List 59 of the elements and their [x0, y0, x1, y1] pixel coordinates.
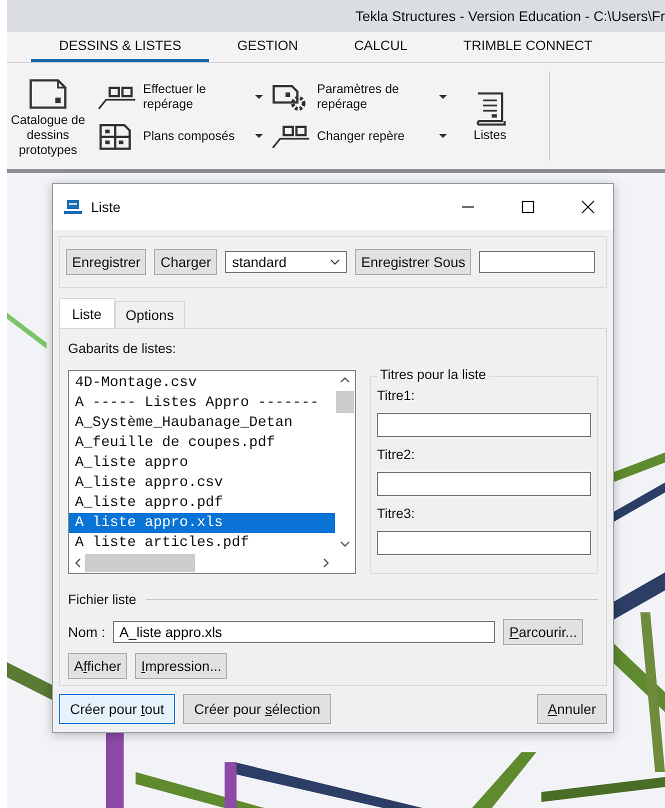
dialog-title: Liste: [91, 199, 121, 215]
ribbon-button[interactable]: Plans composés: [97, 122, 263, 150]
cancel-button[interactable]: Annuler: [536, 694, 607, 724]
ribbon-tab[interactable]: GESTION: [209, 38, 326, 62]
field-label: Titre3:: [377, 506, 416, 521]
templates-label: Gabarits de listes:: [68, 341, 178, 356]
title-field[interactable]: [377, 531, 591, 555]
load-button[interactable]: Charger: [154, 249, 218, 275]
list-item[interactable]: A_feuille de coupes.pdf: [69, 433, 335, 453]
list-item[interactable]: A_liste appro: [69, 453, 335, 473]
list-icon: [63, 199, 83, 215]
tab[interactable]: Liste: [59, 298, 115, 328]
browse-button[interactable]: Parcourir...: [503, 619, 584, 645]
list-item[interactable]: A_liste appro.pdf: [69, 493, 335, 513]
tab[interactable]: Options: [114, 301, 185, 328]
close-icon[interactable]: [581, 200, 595, 214]
field-label: Titre2:: [377, 447, 416, 462]
ribbon-button[interactable]: Catalogue de dessins prototypes: [7, 74, 89, 158]
create-button[interactable]: Créer pour tout: [59, 694, 176, 724]
title-field[interactable]: [377, 472, 591, 496]
list-item[interactable]: A ----- Listes Appro -------: [69, 393, 335, 413]
group-title: Titres pour la liste: [377, 367, 490, 382]
name-label: Nom :: [68, 624, 106, 640]
print-button[interactable]: Impression...: [135, 653, 228, 679]
app-title: Tekla Structures - Version Education - C:\Users\Fr: [355, 8, 665, 24]
chevron-left-icon[interactable]: [75, 558, 81, 568]
maximize-icon[interactable]: [521, 200, 535, 214]
list-item[interactable]: A_liste appro.csv: [69, 473, 335, 493]
chevron-right-icon[interactable]: [323, 558, 329, 568]
save-as-button[interactable]: Enregistrer Sous: [355, 249, 472, 275]
name-field[interactable]: A_liste appro.xls: [113, 621, 496, 643]
ribbon-button[interactable]: Effectuer le repérage: [97, 82, 263, 112]
dropdown-caret-icon[interactable]: [439, 134, 447, 138]
list-item[interactable]: A_Système_Haubanage_Detan: [69, 413, 335, 433]
scrollbar-thumb[interactable]: [85, 554, 195, 572]
chevron-down-icon[interactable]: [340, 541, 350, 547]
field-label: Titre1:: [377, 388, 416, 403]
ribbon-tab[interactable]: CALCUL: [326, 38, 436, 62]
ribbon-button[interactable]: Changer repère: [271, 122, 447, 150]
list-item[interactable]: 4D-Montage.csv: [69, 373, 335, 393]
dropdown-caret-icon[interactable]: [255, 95, 263, 99]
scrollbar-thumb[interactable]: [336, 391, 354, 413]
chevron-up-icon[interactable]: [340, 377, 350, 383]
template-listbox[interactable]: 4D-Montage.csv A ----- Listes Appro ------- A_Système_Haubanage_Detan A_feuille de coupes.pdf A_liste appro A_liste appro.csv A_liste appro.pdf A liste appro.xls A liste articles.pdf: [68, 370, 356, 574]
group-title: Fichier liste: [68, 592, 136, 607]
input-field[interactable]: [479, 251, 596, 273]
title-field[interactable]: [377, 413, 591, 437]
save-button[interactable]: Enregistrer: [66, 249, 146, 275]
ribbon-button[interactable]: Paramètres de repérage: [271, 82, 447, 112]
ribbon-tab[interactable]: TRIMBLE CONNECT: [435, 38, 620, 62]
create-button[interactable]: Créer pour sélection: [183, 694, 332, 724]
dropdown-caret-icon[interactable]: [255, 134, 263, 138]
preset-dropdown[interactable]: standard: [225, 251, 348, 273]
list-item[interactable]: A liste appro.xls: [69, 513, 335, 533]
ribbon-button[interactable]: Listes: [455, 90, 525, 142]
show-button[interactable]: Afficher: [68, 653, 128, 679]
list-item[interactable]: A liste articles.pdf: [69, 533, 335, 553]
chevron-down-icon: [330, 259, 340, 265]
dropdown-caret-icon[interactable]: [439, 95, 447, 99]
